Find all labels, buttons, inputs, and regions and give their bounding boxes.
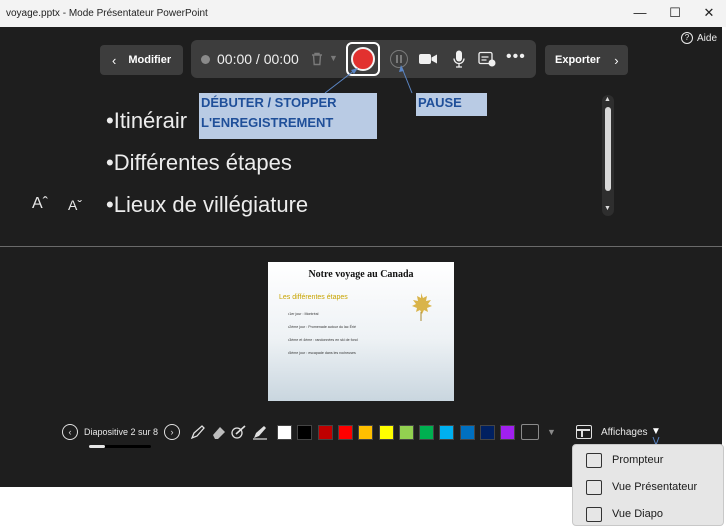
slide-view-icon xyxy=(586,506,602,522)
color-swatch[interactable] xyxy=(277,425,292,440)
slide-bullets: •1er jour : Montréal •2ème jour : Promen… xyxy=(288,308,358,360)
color-swatch[interactable] xyxy=(337,425,353,440)
color-swatch[interactable] xyxy=(317,425,333,440)
color-swatch[interactable] xyxy=(297,425,313,440)
slide-subtitle: Les différentes étapes xyxy=(279,294,348,301)
slide-progress-fill xyxy=(89,445,105,448)
pen-icon[interactable] xyxy=(190,424,206,440)
panel-divider[interactable] xyxy=(0,246,722,247)
slide-bullet: •1er jour : Montréal xyxy=(288,312,319,316)
previous-slide-button[interactable]: ‹ xyxy=(62,424,78,440)
avatar-icon[interactable] xyxy=(521,424,539,440)
color-swatch[interactable] xyxy=(459,425,475,440)
highlighter-icon[interactable] xyxy=(231,424,247,440)
views-dropdown: Prompteur Vue Présentateur Vue Diapo xyxy=(572,444,724,526)
slide-bullet: •5ème jour : escapade dans les rocheuses xyxy=(288,351,356,355)
menu-item-label: Vue Présentateur xyxy=(612,481,698,493)
views-icon[interactable] xyxy=(576,425,592,439)
slide-counter: Diapositive 2 sur 8 xyxy=(84,427,159,437)
menu-item-vue-diapo[interactable]: Vue Diapo xyxy=(573,501,725,526)
slide-bullet: •2ème jour : Promenade autour du lac Éri… xyxy=(288,325,356,329)
color-swatch[interactable] xyxy=(500,425,516,440)
slide-bullet: •3ème et 4ème : randonnées en ski de fon… xyxy=(288,338,358,342)
leaf-icon xyxy=(412,293,432,321)
color-swatch[interactable] xyxy=(439,425,455,440)
eraser-icon[interactable] xyxy=(211,424,227,440)
color-swatch[interactable] xyxy=(358,425,374,440)
presenter-view-icon xyxy=(586,479,602,495)
pause-callout: PAUSE xyxy=(416,93,487,116)
prompter-icon xyxy=(586,452,602,468)
views-label[interactable]: Affichages xyxy=(601,427,648,438)
color-swatch[interactable] xyxy=(398,425,414,440)
color-swatch[interactable] xyxy=(419,425,435,440)
menu-item-vue-presentateur[interactable]: Vue Présentateur xyxy=(573,474,725,500)
menu-item-label: Vue Diapo xyxy=(612,508,663,520)
avatar-chevron-down-icon[interactable]: ▼ xyxy=(547,427,556,437)
slide-title: Notre voyage au Canada xyxy=(308,269,414,280)
menu-item-label: Prompteur xyxy=(612,454,664,466)
record-callout: DÉBUTER / STOPPER L'ENREGISTREMENT xyxy=(199,93,377,139)
color-swatch[interactable] xyxy=(480,425,495,440)
current-slide-thumbnail[interactable]: Notre voyage au Canada Les différentes é… xyxy=(268,262,454,401)
next-slide-button[interactable]: › xyxy=(164,424,180,440)
laser-icon[interactable] xyxy=(252,424,268,440)
color-swatch[interactable] xyxy=(378,425,394,440)
menu-item-prompteur[interactable]: Prompteur xyxy=(573,447,725,473)
slide-progress-bar xyxy=(89,445,151,448)
